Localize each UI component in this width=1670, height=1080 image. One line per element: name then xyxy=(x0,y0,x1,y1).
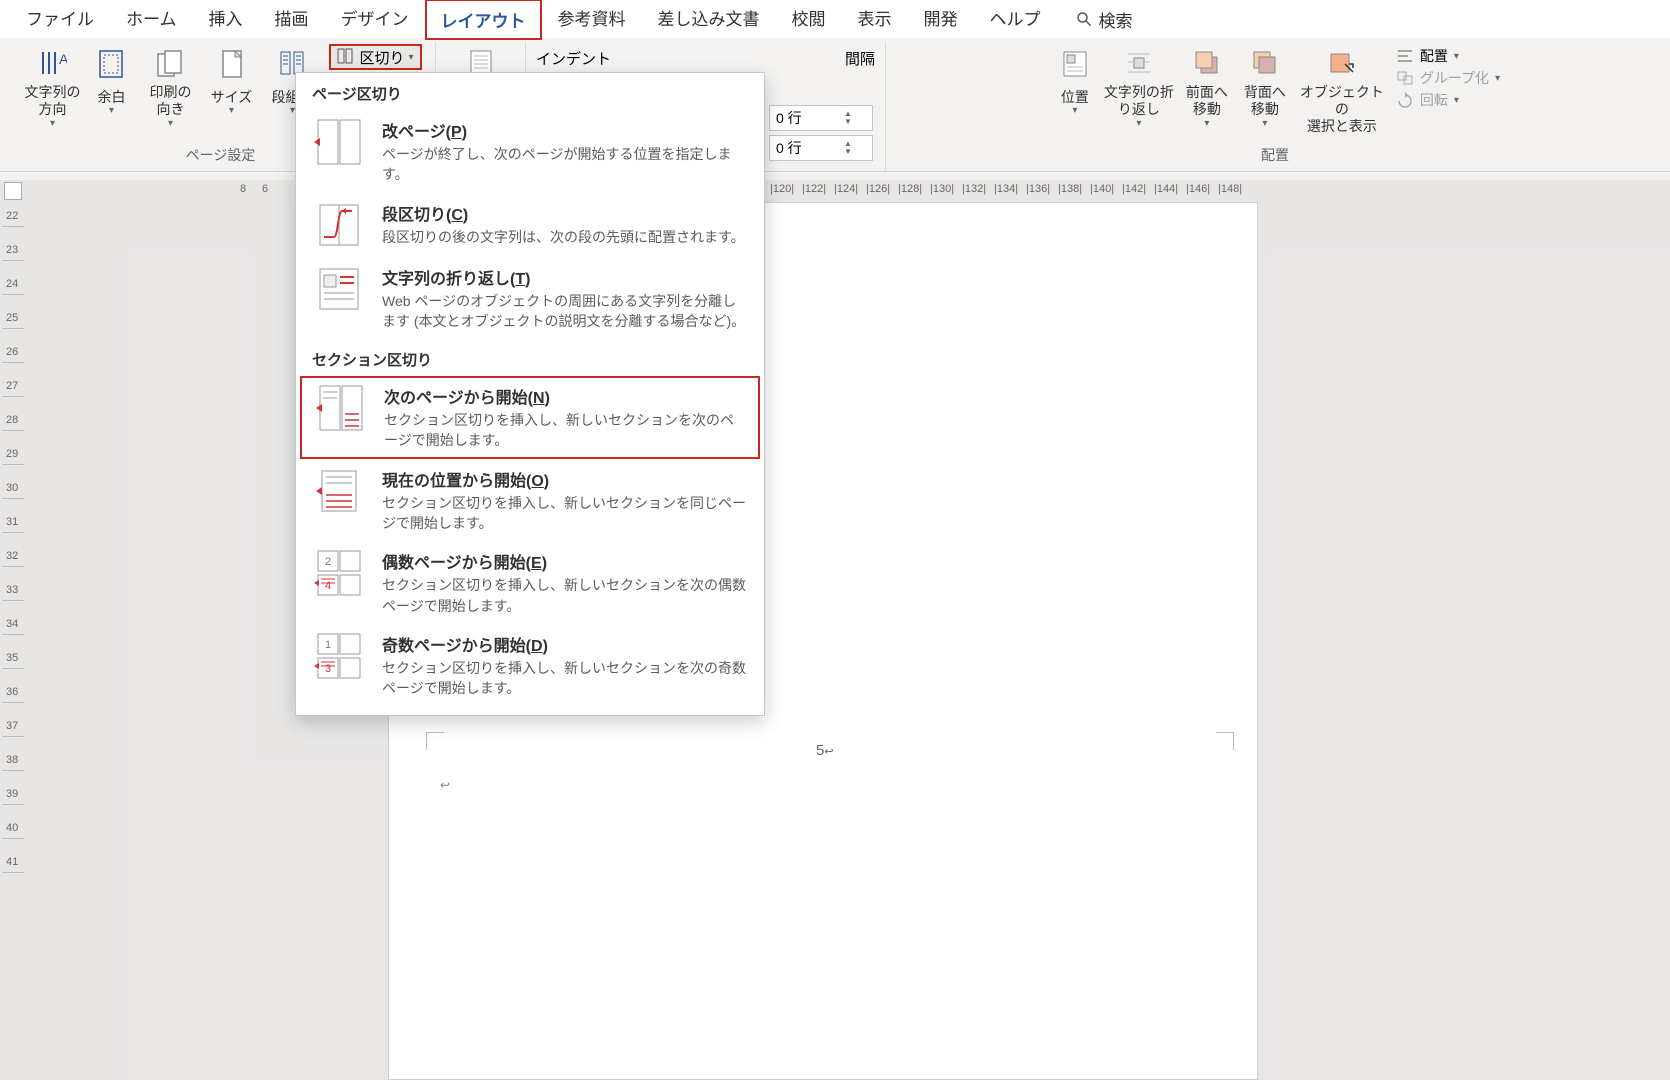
ruler-corner-icon xyxy=(4,182,22,200)
spacing-after-input[interactable] xyxy=(770,138,844,158)
margins-icon xyxy=(94,46,128,80)
size-button[interactable]: サイズ▾ xyxy=(203,42,259,122)
align-button[interactable]: 配置▾ xyxy=(1396,46,1500,66)
break-page-item[interactable]: 改ページ(P) ページが終了し、次のページが開始する位置を指定します。 xyxy=(296,110,764,193)
breaks-dropdown: ページ区切り 改ページ(P) ページが終了し、次のページが開始する位置を指定しま… xyxy=(295,72,765,716)
position-icon xyxy=(1058,46,1092,80)
document-canvas[interactable]: 5↩ ↩ xyxy=(26,202,1670,1080)
svg-text:2: 2 xyxy=(325,556,331,568)
break-odd-page-item[interactable]: 13 奇数ページから開始(D) セクション区切りを挿入し、新しいセクションを次の… xyxy=(296,624,764,707)
bring-forward-icon xyxy=(1190,46,1224,80)
page-number: 5↩ xyxy=(816,742,834,759)
size-label: サイズ xyxy=(211,89,253,106)
send-backward-icon xyxy=(1248,46,1282,80)
selection-pane-label: オブジェクトの 選択と表示 xyxy=(1296,84,1388,134)
text-direction-button[interactable]: A 文字列の 方向▾ xyxy=(19,42,85,130)
breaks-button[interactable]: 区切り ▾ xyxy=(329,44,421,70)
tab-strip: ファイル ホーム 挿入 描画 デザイン レイアウト 参考資料 差し込み文書 校閲… xyxy=(0,0,1670,38)
wrap-text-button[interactable]: 文字列の折 り返し▾ xyxy=(1100,42,1178,130)
orientation-label: 印刷の 向き xyxy=(149,84,191,118)
align-icon xyxy=(1396,48,1414,64)
break-column-thumb-icon xyxy=(312,201,366,249)
selection-pane-icon xyxy=(1325,46,1359,80)
rotate-icon xyxy=(1396,92,1414,108)
break-next-page-item[interactable]: 次のページから開始(N) セクション区切りを挿入し、新しいセクションを次のページ… xyxy=(300,376,760,459)
svg-text:3: 3 xyxy=(325,663,331,675)
tab-references[interactable]: 参考資料 xyxy=(542,0,642,41)
svg-text:4: 4 xyxy=(325,580,331,592)
rotate-label: 回転 xyxy=(1420,90,1448,110)
ruler-horizontal[interactable]: 86|120||122||124||126||128||130||132||13… xyxy=(0,180,1670,202)
break-next-page-thumb-icon xyxy=(314,384,368,432)
dropdown-header-section-breaks: セクション区切り xyxy=(296,339,764,376)
break-even-page-item[interactable]: 24 偶数ページから開始(E) セクション区切りを挿入し、新しいセクションを次の… xyxy=(296,541,764,624)
break-even-page-thumb-icon: 24 xyxy=(312,549,366,597)
break-continuous-item[interactable]: 現在の位置から開始(O) セクション区切りを挿入し、新しいセクションを同じページ… xyxy=(296,459,764,542)
text-direction-icon: A xyxy=(35,46,69,80)
breaks-label: 区切り xyxy=(359,47,404,68)
break-column-item[interactable]: 段区切り(C) 段区切りの後の文字列は、次の段の先頭に配置されます。 xyxy=(296,193,764,257)
break-odd-page-thumb-icon: 13 xyxy=(312,632,366,680)
size-icon xyxy=(214,46,248,80)
page-corner-icon xyxy=(1216,732,1234,750)
tab-layout[interactable]: レイアウト xyxy=(425,0,542,40)
margins-button[interactable]: 余白▾ xyxy=(85,42,137,122)
search-label: 検索 xyxy=(1099,7,1133,32)
tab-home[interactable]: ホーム xyxy=(110,0,193,41)
search-icon xyxy=(1075,10,1093,28)
svg-text:1: 1 xyxy=(325,639,331,651)
ribbon: A 文字列の 方向▾ 余白▾ 印刷の 向き▾ サイズ▾ xyxy=(0,38,1670,172)
tab-help[interactable]: ヘルプ xyxy=(974,0,1057,41)
group-label: グループ化 xyxy=(1420,68,1489,88)
search-box[interactable]: 検索 xyxy=(1075,7,1133,32)
tab-insert[interactable]: 挿入 xyxy=(193,0,259,41)
spacing-before-spinner[interactable]: ▲▼ xyxy=(769,105,873,131)
dropdown-header-page-breaks: ページ区切り xyxy=(296,73,764,110)
wrap-text-icon xyxy=(1122,46,1156,80)
bring-forward-button[interactable]: 前面へ 移動▾ xyxy=(1178,42,1236,130)
tab-design[interactable]: デザイン xyxy=(325,0,425,41)
group-button[interactable]: グループ化▾ xyxy=(1396,68,1500,88)
orientation-icon xyxy=(153,46,187,80)
group-caption-arrange: 配置 xyxy=(1261,141,1289,171)
indent-header: インデント xyxy=(532,42,611,69)
chevron-down-icon: ▾ xyxy=(408,52,413,63)
tab-review[interactable]: 校閲 xyxy=(776,0,842,41)
break-page-thumb-icon xyxy=(312,118,366,166)
send-backward-label: 背面へ 移動 xyxy=(1244,84,1286,118)
group-arrange: 位置▾ 文字列の折 り返し▾ 前面へ 移動▾ 背面へ 移動▾ xyxy=(886,42,1664,171)
position-label: 位置 xyxy=(1061,89,1089,106)
ruler-vertical[interactable]: 2223242526272829303132333435363738394041 xyxy=(0,202,26,1080)
group-icon xyxy=(1396,70,1414,86)
tab-draw[interactable]: 描画 xyxy=(259,0,325,41)
bring-forward-label: 前面へ 移動 xyxy=(1186,84,1228,118)
text-direction-label: 文字列の 方向 xyxy=(24,84,80,118)
spinner-down-icon[interactable]: ▼ xyxy=(844,148,862,156)
paragraph-mark-icon: ↩ xyxy=(440,778,450,792)
spacing-after-spinner[interactable]: ▲▼ xyxy=(769,135,873,161)
svg-text:A: A xyxy=(59,51,67,67)
break-continuous-thumb-icon xyxy=(312,467,366,515)
rotate-button[interactable]: 回転▾ xyxy=(1396,90,1500,110)
tab-view[interactable]: 表示 xyxy=(842,0,908,41)
align-label: 配置 xyxy=(1420,46,1448,66)
margins-label: 余白 xyxy=(97,89,125,106)
send-backward-button[interactable]: 背面へ 移動▾ xyxy=(1236,42,1294,130)
tab-mailings[interactable]: 差し込み文書 xyxy=(642,0,776,41)
spinner-down-icon[interactable]: ▼ xyxy=(844,118,862,126)
page-corner-icon xyxy=(426,732,444,750)
wrap-text-label: 文字列の折 り返し xyxy=(1104,84,1174,118)
breaks-icon xyxy=(337,48,355,66)
tab-developer[interactable]: 開発 xyxy=(908,0,974,41)
break-text-wrap-thumb-icon xyxy=(312,265,366,313)
break-text-wrap-item[interactable]: 文字列の折り返し(T) Web ページのオブジェクトの周囲にある文字列を分離しま… xyxy=(296,257,764,340)
tab-file[interactable]: ファイル xyxy=(10,0,110,41)
spacing-header: 間隔 xyxy=(845,42,879,69)
group-caption-page-setup: ページ設定 xyxy=(186,141,256,171)
spacing-before-input[interactable] xyxy=(770,108,844,128)
orientation-button[interactable]: 印刷の 向き▾ xyxy=(137,42,203,130)
selection-pane-button[interactable]: オブジェクトの 選択と表示 xyxy=(1294,42,1390,134)
position-button[interactable]: 位置▾ xyxy=(1050,42,1100,122)
